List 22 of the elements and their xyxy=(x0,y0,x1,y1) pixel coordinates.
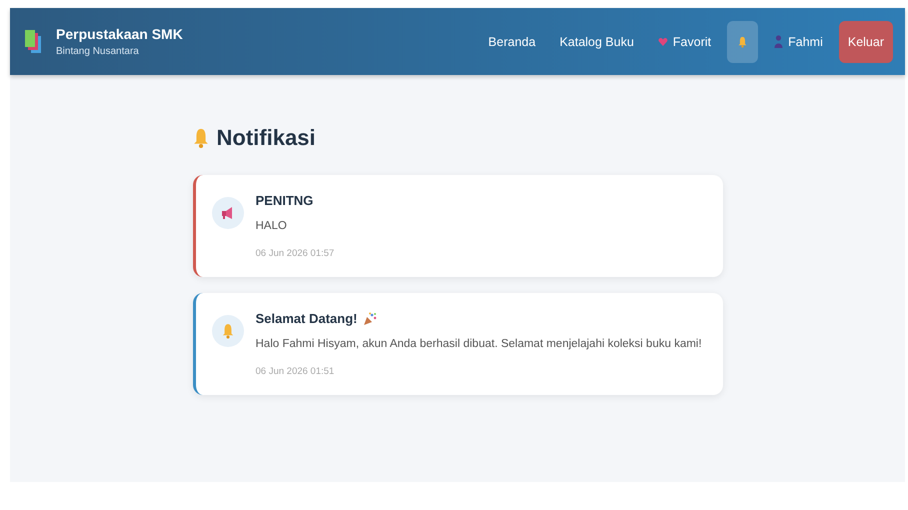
bell-icon xyxy=(192,127,208,149)
logout-button[interactable]: Keluar xyxy=(838,20,893,62)
notification-time: 06 Jun 2026 01:51 xyxy=(256,366,336,377)
nav-link[interactable]: Favorit xyxy=(650,20,720,62)
bell-icon xyxy=(222,323,234,339)
heart-icon xyxy=(658,36,668,46)
page-title: Notifikasi xyxy=(216,125,316,151)
notification-time: 06 Jun 2026 01:57 xyxy=(256,248,334,259)
bell-icon xyxy=(738,36,748,48)
nav-link[interactable]: Katalog Buku xyxy=(552,20,642,62)
app-title: Perpustakaan SMK xyxy=(56,26,183,42)
nav-link[interactable]: Beranda xyxy=(480,20,544,62)
books-icon xyxy=(24,28,44,54)
user-icon xyxy=(774,35,784,48)
notification-title: Selamat Datang! xyxy=(256,311,358,326)
notifications-button[interactable] xyxy=(727,20,758,62)
nav-link[interactable]: Fahmi xyxy=(766,20,831,62)
app-subtitle: Bintang Nusantara xyxy=(56,46,140,57)
notification-title: PENITNG xyxy=(256,193,314,208)
notification-message: Halo Fahmi Hisyam, akun Anda berhasil dibuat. Selamat menjelajahi koleksi buku kami! xyxy=(256,338,702,350)
megaphone-icon xyxy=(220,206,234,220)
notification-message: HALO xyxy=(256,220,288,232)
